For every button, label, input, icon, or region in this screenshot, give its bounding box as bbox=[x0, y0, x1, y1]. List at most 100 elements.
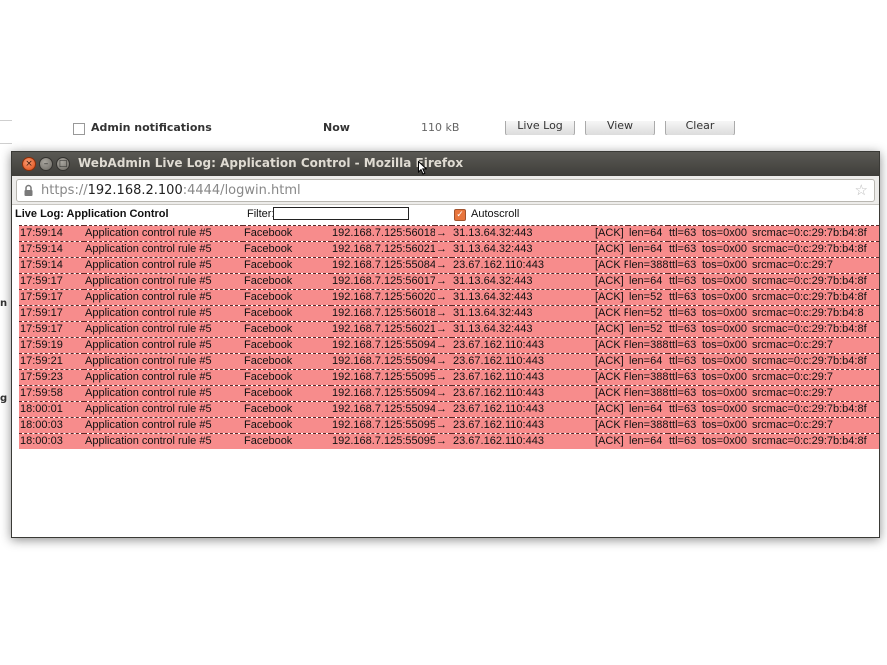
log-application: Facebook bbox=[244, 307, 293, 319]
bg-clear-button[interactable]: Clear bbox=[665, 121, 735, 135]
log-ttl: ttl=63 bbox=[669, 291, 697, 303]
close-icon[interactable]: × bbox=[22, 157, 36, 171]
log-table: 17:59:14 Application control rule #5 Faceb… bbox=[19, 225, 879, 449]
log-length: len=64 bbox=[629, 435, 663, 447]
log-flags: [ACK PSH FIN] bbox=[595, 259, 628, 271]
autoscroll-label[interactable]: Autoscroll bbox=[471, 208, 519, 220]
log-rule: Application control rule #5 bbox=[85, 371, 212, 383]
log-srcmac: srcmac=0:c:29:7b:b4:8f bbox=[752, 403, 867, 415]
log-rule: Application control rule #5 bbox=[85, 275, 212, 287]
log-time: 17:59:14 bbox=[20, 259, 63, 271]
log-tos: tos=0x00 bbox=[702, 355, 747, 367]
log-srcmac: srcmac=0:c:29:7b:b4:8f bbox=[752, 435, 867, 447]
bg-row-checkbox[interactable] bbox=[73, 123, 85, 135]
log-length: len=388 bbox=[629, 371, 668, 383]
log-rule: Application control rule #5 bbox=[85, 307, 212, 319]
log-time: 17:59:14 bbox=[20, 243, 63, 255]
log-ttl: ttl=63 bbox=[669, 259, 697, 271]
log-row: 17:59:14 Application control rule #5 Faceb… bbox=[19, 225, 879, 242]
log-rule: Application control rule #5 bbox=[85, 339, 212, 351]
bg-row-status: Now bbox=[323, 121, 350, 134]
filter-input[interactable] bbox=[273, 207, 409, 220]
log-ttl: ttl=63 bbox=[669, 323, 697, 335]
log-flags: [ACK] bbox=[595, 355, 624, 367]
arrow-icon: → bbox=[436, 307, 447, 319]
star-icon[interactable]: ☆ bbox=[855, 181, 868, 199]
log-source: 192.168.7.125:55094 bbox=[332, 403, 435, 415]
log-srcmac: srcmac=0:c:29:7 bbox=[752, 419, 834, 431]
log-destination: 31.13.64.32:443 bbox=[453, 243, 533, 255]
log-time: 17:59:14 bbox=[20, 227, 63, 239]
log-rule: Application control rule #5 bbox=[85, 323, 212, 335]
log-destination: 23.67.162.110:443 bbox=[453, 259, 544, 271]
log-row: 18:00:03 Application control rule #5 Faceb… bbox=[19, 433, 879, 449]
navigation-bar: https://192.168.2.100:4444/logwin.html ☆ bbox=[12, 176, 879, 205]
log-destination: 23.67.162.110:443 bbox=[453, 371, 544, 383]
url-host: 192.168.2.100 bbox=[87, 183, 183, 198]
log-rule: Application control rule #5 bbox=[85, 259, 212, 271]
url-path: :4444/logwin.html bbox=[182, 183, 301, 198]
log-flags: [ACK] bbox=[595, 403, 624, 415]
bg-live-log-button[interactable]: Live Log bbox=[505, 121, 575, 135]
arrow-icon: → bbox=[436, 243, 447, 255]
log-srcmac: srcmac=0:c:29:7 bbox=[752, 371, 834, 383]
log-rule: Application control rule #5 bbox=[85, 227, 212, 239]
url-text[interactable]: https://192.168.2.100:4444/logwin.html bbox=[41, 183, 301, 198]
log-row: 17:59:14 Application control rule #5 Faceb… bbox=[19, 241, 879, 258]
log-row: 17:59:14 Application control rule #5 Faceb… bbox=[19, 257, 879, 274]
log-row: 18:00:01 Application control rule #5 Faceb… bbox=[19, 401, 879, 418]
window-titlebar[interactable]: × – □ WebAdmin Live Log: Application Con… bbox=[12, 152, 879, 176]
log-flags: [ACK] bbox=[595, 435, 624, 447]
log-source: 192.168.7.125:56021 bbox=[332, 323, 435, 335]
maximize-icon[interactable]: □ bbox=[56, 157, 70, 171]
autoscroll-checkbox[interactable]: ✓ bbox=[454, 209, 466, 221]
log-srcmac: srcmac=0:c:29:7b:b4:8f bbox=[752, 243, 867, 255]
log-flags: [ACK PSH FIN] bbox=[595, 387, 628, 399]
log-tos: tos=0x00 bbox=[702, 275, 747, 287]
log-application: Facebook bbox=[244, 339, 293, 351]
arrow-icon: → bbox=[436, 435, 447, 447]
page-title: Live Log: Application Control bbox=[15, 208, 169, 220]
log-time: 17:59:19 bbox=[20, 339, 63, 351]
arrow-icon: → bbox=[436, 259, 447, 271]
log-flags: [ACK PSH FIN] bbox=[595, 371, 628, 383]
log-destination: 23.67.162.110:443 bbox=[453, 403, 544, 415]
arrow-icon: → bbox=[436, 339, 447, 351]
log-destination: 23.67.162.110:443 bbox=[453, 339, 544, 351]
log-rule: Application control rule #5 bbox=[85, 355, 212, 367]
log-row: 17:59:17 Application control rule #5 Faceb… bbox=[19, 321, 879, 338]
log-application: Facebook bbox=[244, 323, 293, 335]
log-flags: [ACK] bbox=[595, 291, 624, 303]
log-rule: Application control rule #5 bbox=[85, 291, 212, 303]
log-tos: tos=0x00 bbox=[702, 291, 747, 303]
log-tos: tos=0x00 bbox=[702, 227, 747, 239]
log-flags: [ACK PSH FIN] bbox=[595, 419, 628, 431]
log-application: Facebook bbox=[244, 435, 293, 447]
mouse-cursor-icon bbox=[418, 161, 427, 175]
log-source: 192.168.7.125:55094 bbox=[332, 339, 435, 351]
log-tos: tos=0x00 bbox=[702, 435, 747, 447]
log-ttl: ttl=63 bbox=[669, 387, 697, 399]
url-bar[interactable]: https://192.168.2.100:4444/logwin.html ☆ bbox=[16, 179, 875, 202]
arrow-icon: → bbox=[436, 371, 447, 383]
log-source: 192.168.7.125:56017 bbox=[332, 275, 435, 287]
log-time: 17:59:17 bbox=[20, 307, 63, 319]
log-length: len=64 bbox=[629, 275, 663, 287]
log-srcmac: srcmac=0:c:29:7b:b4:8f bbox=[752, 355, 867, 367]
log-source: 192.168.7.125:55084 bbox=[332, 259, 435, 271]
log-tos: tos=0x00 bbox=[702, 419, 747, 431]
minimize-icon[interactable]: – bbox=[39, 157, 53, 171]
url-prefix: https:// bbox=[41, 183, 88, 198]
log-length: len=388 bbox=[629, 259, 668, 271]
bg-view-button[interactable]: View bbox=[585, 121, 655, 135]
log-srcmac: srcmac=0:c:29:7 bbox=[752, 339, 834, 351]
log-destination: 23.67.162.110:443 bbox=[453, 355, 544, 367]
log-tos: tos=0x00 bbox=[702, 371, 747, 383]
log-ttl: ttl=63 bbox=[669, 275, 697, 287]
log-row: 17:59:19 Application control rule #5 Faceb… bbox=[19, 337, 879, 354]
log-destination: 31.13.64.32:443 bbox=[453, 307, 533, 319]
log-ttl: ttl=63 bbox=[669, 403, 697, 415]
arrow-icon: → bbox=[436, 275, 447, 287]
filter-label: Filter: bbox=[247, 208, 275, 220]
bg-table-row: Admin notifications Now 110 kB Live Log … bbox=[66, 121, 756, 135]
